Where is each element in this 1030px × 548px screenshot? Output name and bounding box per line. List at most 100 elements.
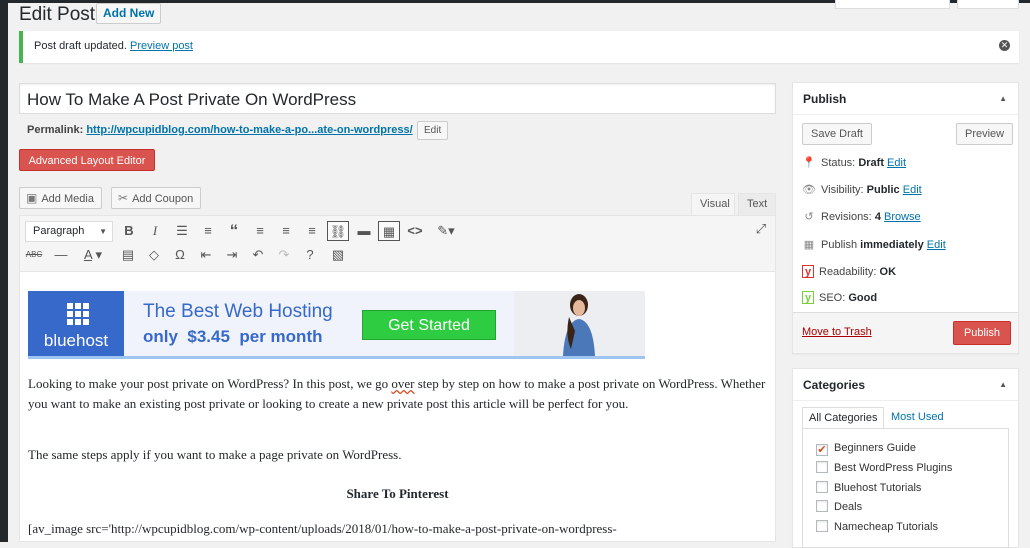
schedule-row: ▦ Publish immediately Edit — [803, 239, 946, 251]
categories-box-title: Categories — [803, 378, 866, 392]
add-media-button[interactable]: ▣ Add Media — [19, 187, 102, 209]
preview-post-link[interactable]: Preview post — [130, 40, 193, 52]
dismiss-icon[interactable]: ✕ — [999, 40, 1010, 51]
numbered-list-icon[interactable]: ≡ — [197, 221, 219, 241]
visibility-edit-link[interactable]: Edit — [903, 184, 922, 196]
publish-box: Publish ▲ Save Draft Preview 📍 Status: Dr… — [792, 82, 1019, 354]
align-left-icon[interactable]: ≡ — [249, 221, 271, 241]
list-item[interactable]: Deals — [816, 500, 862, 513]
category-checkbox[interactable]: ✔ — [816, 444, 828, 456]
blockquote-icon[interactable]: “ — [223, 221, 245, 241]
bluehost-grid-icon — [67, 303, 89, 325]
bullet-list-icon[interactable]: ☰ — [171, 221, 193, 241]
category-checklist: ✔ Beginners Guide Best WordPress Plugins … — [802, 428, 1009, 548]
publish-button[interactable]: Publish — [953, 321, 1011, 345]
add-coupon-button[interactable]: ✂ Add Coupon — [111, 187, 202, 209]
browse-revisions-link[interactable]: Browse — [884, 211, 921, 223]
post-title-input[interactable]: How To Make A Post Private On WordPress — [19, 83, 776, 114]
content-shortcode: [av_image src='http://wpcupidblog.com/wp… — [28, 521, 617, 536]
bluehost-banner[interactable]: bluehost The Best Web Hosting only $3.45… — [28, 291, 645, 359]
redo-icon[interactable]: ↷ — [273, 245, 295, 265]
align-right-icon[interactable]: ≡ — [301, 221, 323, 241]
category-checkbox[interactable] — [816, 481, 828, 493]
bluehost-brand: bluehost — [43, 331, 109, 350]
shortcode-icon[interactable]: ▧ — [327, 245, 349, 265]
paste-text-icon[interactable]: ▤ — [117, 245, 139, 265]
list-item[interactable]: Bluehost Tutorials — [816, 481, 921, 494]
magic-wand-icon[interactable]: ✎▾ — [431, 221, 461, 241]
advanced-layout-editor-button[interactable]: Advanced Layout Editor — [19, 149, 155, 171]
banner-photo — [514, 291, 645, 356]
undo-icon[interactable]: ↶ — [247, 245, 269, 265]
code-icon[interactable]: <> — [404, 221, 426, 241]
chevron-down-icon: ▼ — [99, 227, 107, 236]
tab-most-used[interactable]: Most Used — [885, 407, 950, 429]
indent-icon[interactable]: ⇥ — [221, 245, 243, 265]
add-new-button[interactable]: Add New — [96, 3, 162, 24]
publish-box-title: Publish — [803, 92, 847, 106]
outdent-icon[interactable]: ⇤ — [195, 245, 217, 265]
collapse-icon[interactable]: ▲ — [999, 83, 1007, 115]
notice-text: Post draft updated. — [34, 40, 127, 52]
banner-headline: The Best Web Hosting — [143, 301, 333, 322]
horizontal-line-icon[interactable]: — — [50, 245, 72, 265]
list-item[interactable]: Namecheap Tutorials — [816, 520, 938, 533]
read-more-icon[interactable]: ▬ — [353, 221, 375, 241]
schedule-edit-link[interactable]: Edit — [927, 239, 946, 251]
list-item[interactable]: Best WordPress Plugins — [816, 461, 952, 474]
admin-sidebar-edge — [0, 0, 8, 542]
scissors-icon: ✂ — [118, 191, 129, 205]
page-title: Edit Post — [19, 4, 96, 25]
pin-icon: 📍 — [802, 157, 816, 169]
editor-content[interactable]: bluehost The Best Web Hosting only $3.45… — [20, 273, 775, 541]
category-checkbox[interactable] — [816, 500, 828, 512]
preview-button[interactable]: Preview — [956, 123, 1014, 145]
link-icon[interactable]: ⛓ — [327, 221, 349, 241]
collapse-icon[interactable]: ▲ — [999, 369, 1007, 401]
format-value: Paragraph — [33, 225, 85, 237]
help-tab[interactable] — [957, 0, 1019, 9]
save-draft-button[interactable]: Save Draft — [802, 123, 872, 145]
content-heading: Share To Pinterest — [346, 486, 449, 501]
permalink-url[interactable]: http://wpcupidblog.com/how-to-make-a-po.… — [86, 124, 412, 136]
format-select[interactable]: Paragraph ▼ — [25, 221, 113, 242]
text-color-icon[interactable]: A ▾ — [77, 245, 109, 265]
fullscreen-icon[interactable]: ⤢ — [751, 221, 771, 241]
readability-row: y Readability: OK — [802, 265, 896, 278]
bluehost-logo: bluehost — [28, 291, 124, 356]
categories-box-header[interactable]: Categories ▲ — [793, 369, 1018, 401]
bold-icon[interactable]: B — [118, 221, 140, 241]
screen-options-tab[interactable] — [835, 0, 950, 9]
banner-price: only $3.45 per month — [143, 327, 323, 346]
publish-box-header[interactable]: Publish ▲ — [793, 83, 1018, 115]
strikethrough-icon[interactable]: ABC — [23, 245, 45, 265]
add-media-label: Add Media — [41, 193, 94, 205]
align-center-icon[interactable]: ≡ — [275, 221, 297, 241]
categories-box: Categories ▲ All Categories Most Used ✔ B… — [792, 368, 1019, 548]
tab-text[interactable]: Text — [738, 193, 776, 215]
eye-icon: 👁 — [802, 184, 816, 196]
publish-actions: Move to Trash Publish — [793, 312, 1018, 353]
permalink-label: Permalink: — [27, 124, 84, 136]
special-character-icon[interactable]: Ω — [169, 245, 191, 265]
toolbar-toggle-icon[interactable]: ▦ — [378, 221, 400, 241]
italic-icon[interactable]: I — [144, 221, 166, 241]
move-to-trash-link[interactable]: Move to Trash — [802, 326, 872, 338]
status-edit-link[interactable]: Edit — [887, 157, 906, 169]
yoast-readability-icon: y — [802, 265, 814, 278]
tab-all-categories[interactable]: All Categories — [802, 407, 885, 429]
category-checkbox[interactable] — [816, 461, 828, 473]
person-image — [563, 294, 595, 356]
history-icon: ↺ — [804, 211, 814, 223]
get-started-button[interactable]: Get Started — [362, 310, 496, 340]
add-coupon-label: Add Coupon — [132, 193, 194, 205]
yoast-seo-icon: y — [802, 291, 814, 304]
status-row: 📍 Status: Draft Edit — [802, 157, 907, 169]
seo-row: y SEO: Good — [802, 291, 877, 304]
category-checkbox[interactable] — [816, 520, 828, 532]
tab-visual[interactable]: Visual — [691, 193, 735, 215]
help-icon[interactable]: ? — [299, 245, 321, 265]
list-item[interactable]: ✔ Beginners Guide — [816, 442, 916, 456]
clear-formatting-icon[interactable]: ◇ — [143, 245, 165, 265]
permalink-edit-button[interactable]: Edit — [417, 121, 449, 140]
